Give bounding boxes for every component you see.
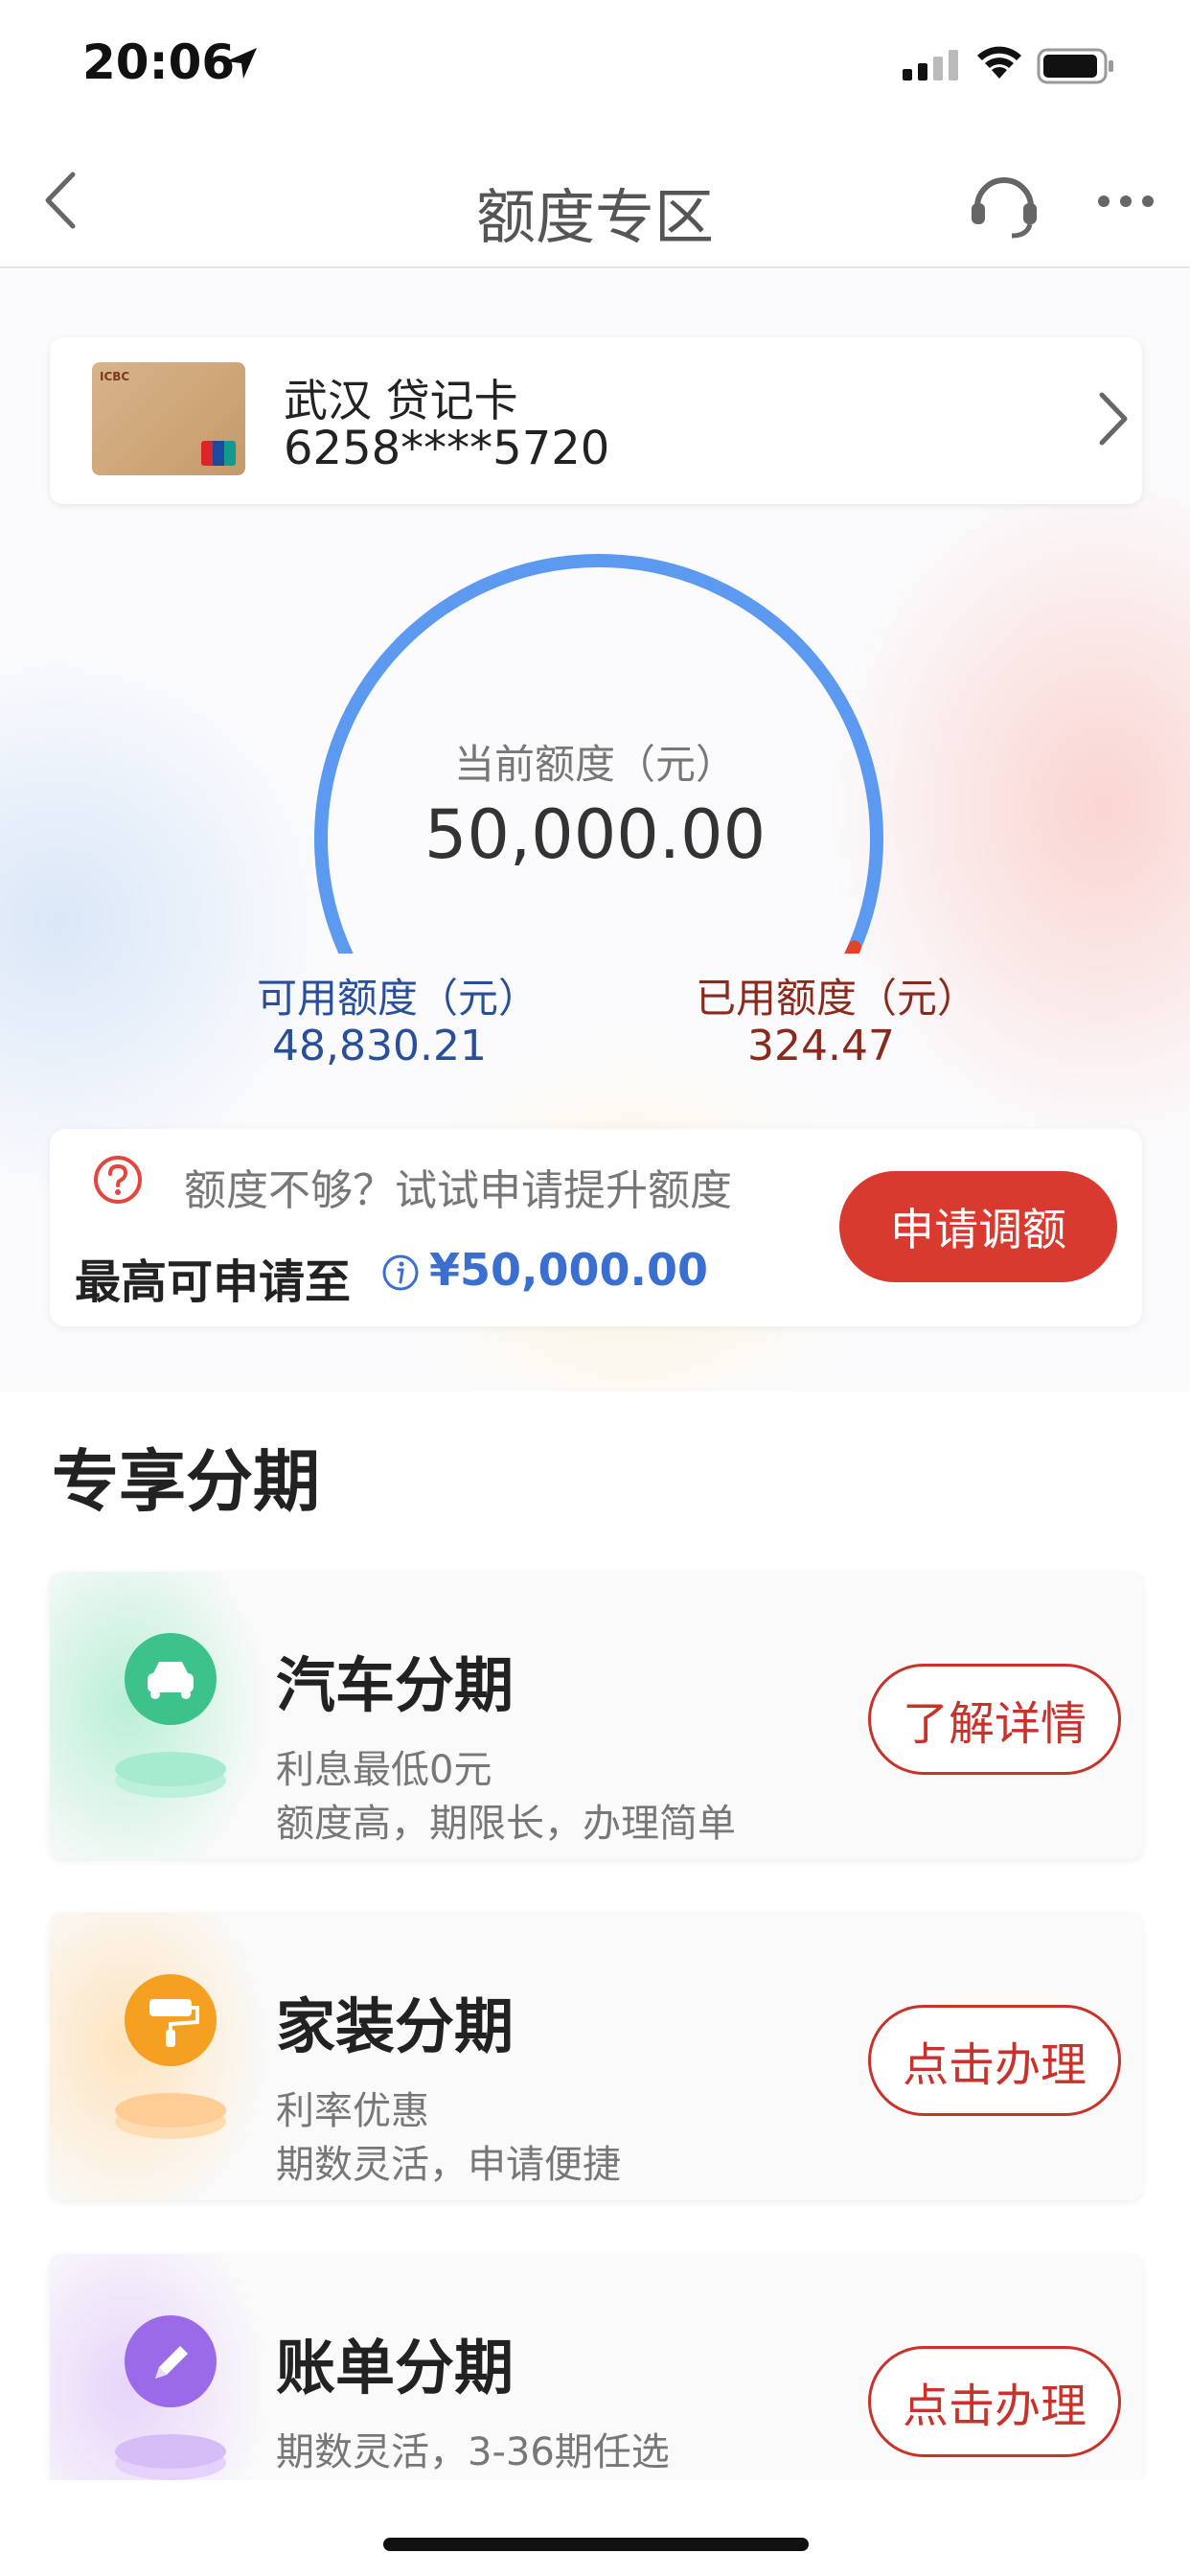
max-apply-label: 最高可申请至 xyxy=(75,1255,352,1309)
used-limit-value: 324.47 xyxy=(747,1022,895,1070)
product-subtitle: 利息最低0元 xyxy=(276,1748,492,1792)
car-icon xyxy=(115,1633,226,1798)
battery-icon xyxy=(1037,48,1113,84)
apply-now-button[interactable]: 点击办理 xyxy=(868,2346,1121,2457)
available-limit-label: 可用额度（元） xyxy=(257,975,539,1022)
bank-logo-icon: ICBC xyxy=(100,370,130,383)
card-name: 武汉 贷记卡 xyxy=(284,375,518,426)
used-limit-label: 已用额度（元） xyxy=(696,975,978,1022)
paint-roller-icon xyxy=(115,1974,226,2139)
status-time: 20:06 xyxy=(82,34,236,90)
gauge-arc-used xyxy=(844,940,861,954)
cellular-signal-icon xyxy=(903,50,958,80)
product-subtitle: 利率优惠 xyxy=(276,2089,429,2133)
product-title: 账单分期 xyxy=(276,2333,515,2403)
learn-more-button[interactable]: 了解详情 xyxy=(868,1664,1121,1775)
card-selector[interactable]: ICBC 武汉 贷记卡 6258****5720 xyxy=(50,337,1142,504)
section-title: 专享分期 xyxy=(52,1442,320,1521)
raise-limit-panel: 额度不够？试试申请提升额度 最高可申请至 ¥50,000.00 申请调额 xyxy=(50,1129,1142,1326)
customer-service-icon[interactable] xyxy=(968,167,1041,240)
pencil-icon xyxy=(115,2315,226,2480)
card-thumbnail: ICBC xyxy=(92,362,245,475)
home-indicator[interactable] xyxy=(383,2538,809,2551)
apply-adjust-button[interactable]: 申请调额 xyxy=(839,1171,1117,1282)
card-number: 6258****5720 xyxy=(284,422,610,475)
chevron-right-icon xyxy=(1099,392,1128,446)
product-title: 汽车分期 xyxy=(276,1650,515,1720)
location-arrow-icon xyxy=(226,48,257,79)
current-limit-label: 当前额度（元） xyxy=(453,741,736,788)
product-title: 家装分期 xyxy=(276,1991,515,2061)
wifi-icon xyxy=(977,46,1021,79)
product-card-car-installment[interactable]: 汽车分期 利息最低0元 额度高，期限长，办理简单 了解详情 xyxy=(50,1572,1142,1859)
info-icon[interactable] xyxy=(381,1254,420,1292)
max-apply-value: ¥50,000.00 xyxy=(429,1244,709,1296)
status-bar: 20:06 xyxy=(0,0,1190,134)
question-icon[interactable] xyxy=(92,1154,144,1206)
more-icon[interactable] xyxy=(1094,182,1157,220)
product-description: 期数灵活，申请便捷 xyxy=(276,2143,621,2187)
unionpay-logo-icon xyxy=(201,441,236,466)
product-card-home-installment[interactable]: 家装分期 利率优惠 期数灵活，申请便捷 点击办理 xyxy=(50,1913,1142,2200)
product-description: 额度高，期限长，办理简单 xyxy=(276,1802,736,1846)
available-limit-value: 48,830.21 xyxy=(272,1022,487,1070)
current-limit-value: 50,000.00 xyxy=(423,795,767,874)
nav-bar: 额度专区 xyxy=(0,134,1190,268)
raise-hint-text: 额度不够？试试申请提升额度 xyxy=(184,1166,732,1215)
home-indicator-area xyxy=(0,2480,1190,2576)
product-subtitle: 期数灵活，3-36期任选 xyxy=(276,2430,670,2474)
apply-now-button[interactable]: 点击办理 xyxy=(868,2005,1121,2116)
